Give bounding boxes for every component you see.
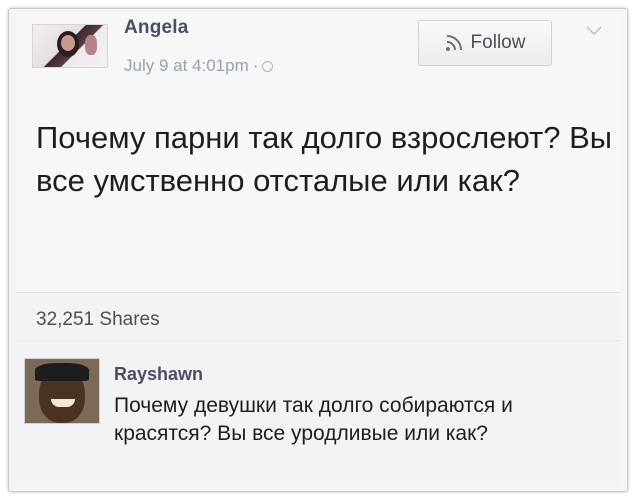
- follow-label: Follow: [470, 32, 526, 53]
- rss-icon: [445, 35, 462, 51]
- post-timestamp[interactable]: July 9 at 4:01pm: [124, 56, 249, 75]
- post-meta: July 9 at 4:01pm ·: [124, 56, 274, 76]
- commenter-avatar[interactable]: [24, 358, 100, 424]
- shares-count[interactable]: 32,251 Shares: [36, 309, 160, 331]
- globe-icon[interactable]: [262, 61, 274, 72]
- avatar-face: [61, 35, 75, 51]
- avatar-cap: [35, 363, 89, 381]
- avatar-hand: [85, 35, 97, 55]
- comment-author-name[interactable]: Rayshawn: [114, 364, 203, 385]
- author-avatar[interactable]: [32, 24, 108, 68]
- meta-separator: ·: [252, 56, 259, 75]
- shares-bar: 32,251 Shares: [16, 292, 620, 339]
- post-text: Почему парни так долго взрослеют? Вы все…: [36, 120, 613, 198]
- post-author-name[interactable]: Angela: [124, 17, 189, 39]
- chevron-down-icon[interactable]: [586, 26, 602, 36]
- follow-button[interactable]: Follow: [418, 20, 552, 66]
- comment-text: Почему девушки так долго собираются и кр…: [114, 394, 513, 445]
